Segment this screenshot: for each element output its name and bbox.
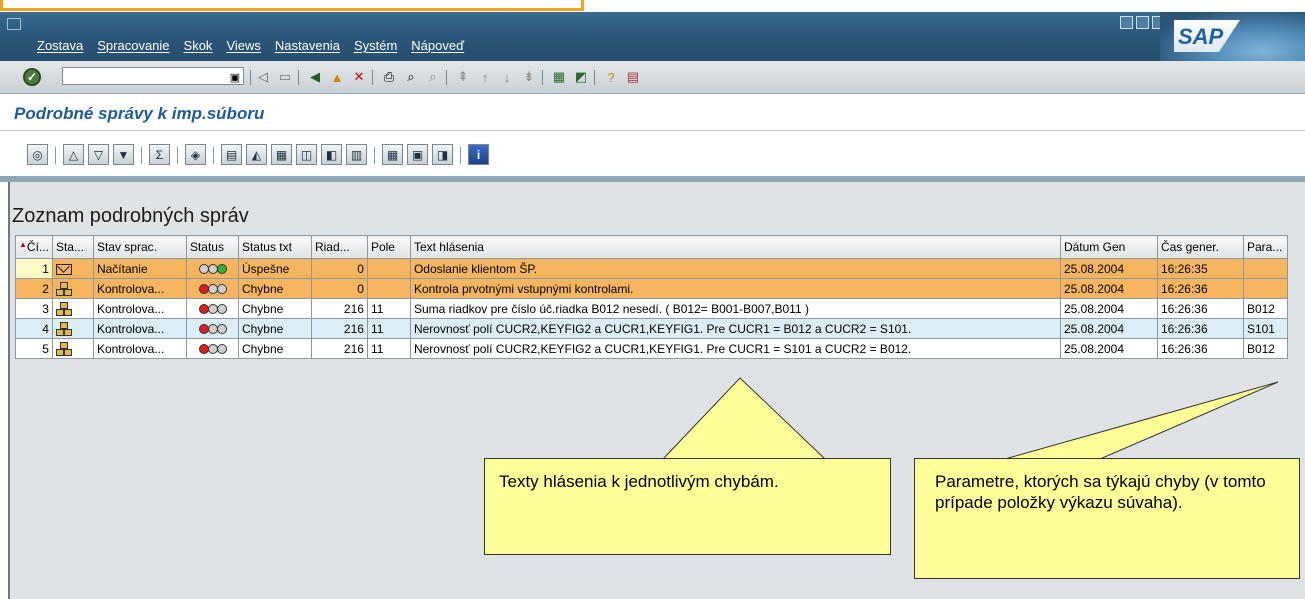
callout-parameters: Parametre, ktorých sa týkajú chyby (v to…: [914, 458, 1300, 579]
callout-params-label: Parametre, ktorých sa týkajú chyby (v to…: [935, 472, 1266, 512]
callout-message-texts: Texty hlásenia k jednotlivým chybám.: [484, 458, 891, 555]
callout-pointer-texts: [661, 377, 827, 460]
callout-texts-label: Texty hlásenia k jednotlivým chybám.: [499, 472, 779, 491]
callout-pointer-params: [1004, 381, 1279, 460]
